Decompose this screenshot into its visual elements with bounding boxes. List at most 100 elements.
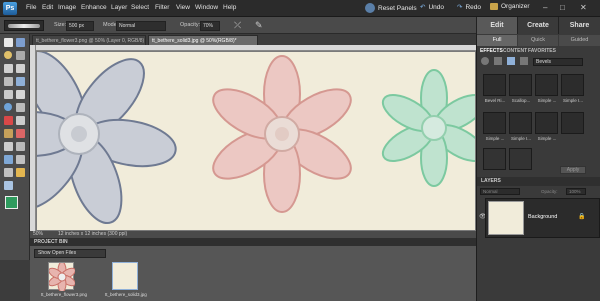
mode-select[interactable]: Normal — [116, 21, 166, 31]
bin-thumb-solid-label: tt_bethere_solid3.jpg — [105, 292, 147, 297]
layer-opacity-label: Opacity: — [541, 189, 558, 194]
subtab-full[interactable]: Full — [477, 35, 517, 46]
horizontal-ruler — [30, 45, 476, 51]
foreground-color-swatch[interactable] — [5, 196, 18, 209]
undo-button[interactable]: ↶ Undo — [420, 3, 444, 12]
menu-view[interactable]: View — [176, 4, 190, 11]
lock-icon: 🔒 — [578, 214, 586, 220]
undo-icon: ↶ — [420, 4, 426, 11]
effect-simple-1[interactable] — [535, 74, 558, 96]
reset-panels-icon — [365, 3, 375, 13]
menu-select[interactable]: Select — [131, 4, 149, 11]
bin-thumb-flower[interactable] — [48, 261, 76, 293]
undo-label: Undo — [428, 3, 444, 11]
toolbox — [0, 34, 30, 260]
opacity-input[interactable]: 70% — [200, 21, 220, 31]
effect-label-4: Simple I... — [562, 98, 583, 103]
tablet-options-icon[interactable]: ✎ — [255, 20, 263, 31]
effect-bevel-1[interactable] — [483, 74, 506, 96]
organizer-icon — [490, 3, 498, 10]
subtab-guided[interactable]: Guided — [559, 35, 600, 46]
document-info: 12 inches x 12 inches (300 ppi) — [58, 231, 128, 237]
project-bin-header: PROJECT BIN — [30, 238, 476, 246]
effect-simple-5[interactable] — [535, 112, 558, 134]
size-label: Size: — [54, 22, 67, 28]
minimize-icon[interactable]: – — [543, 3, 547, 12]
menu-enhance[interactable]: Enhance — [81, 4, 107, 11]
close-icon[interactable]: ✕ — [580, 3, 587, 12]
effect-extra-1[interactable] — [483, 148, 506, 170]
document-tab-flower[interactable]: tt_bethere_flower3.png @ 50% (Layer 0, R… — [32, 35, 146, 45]
tab-content[interactable]: CONTENT — [503, 48, 527, 54]
tab-create[interactable]: Create — [517, 17, 558, 34]
grey-flower — [37, 52, 177, 224]
effect-label-6: Simple I... — [510, 136, 531, 141]
effect-label-7: Simple ... — [537, 136, 557, 141]
redo-icon: ↷ — [457, 4, 463, 11]
textures-icon[interactable] — [520, 57, 528, 65]
filters-icon[interactable] — [494, 57, 502, 65]
effects-category-select[interactable]: Bevels — [533, 58, 583, 66]
app-logo: Ps — [3, 2, 17, 15]
document-canvas[interactable] — [37, 52, 475, 230]
project-bin: Show Open Files tt_bethere_flower3.png t… — [30, 246, 476, 301]
effect-simple-3[interactable] — [483, 112, 506, 134]
apply-button[interactable]: Apply — [560, 166, 586, 174]
organizer-label: Organizer — [501, 3, 530, 10]
status-bar: 50% 12 inches x 12 inches (300 ppi) — [30, 231, 476, 238]
reset-panels-label: Reset Panels — [378, 4, 417, 12]
tab-favorites[interactable]: FAVORITES — [528, 48, 556, 54]
effect-label-3: Simple ... — [537, 98, 557, 103]
menu-filter[interactable]: Filter — [155, 4, 169, 11]
reset-panels-button[interactable]: Reset Panels — [365, 3, 417, 13]
project-bin-title: PROJECT BIN — [34, 239, 68, 245]
layer-opacity-input[interactable]: 100% — [566, 188, 586, 195]
photo-effects-icon[interactable] — [507, 57, 515, 65]
menu-image[interactable]: Image — [58, 4, 76, 11]
bin-thumb-solid[interactable] — [112, 262, 138, 290]
zoom-level[interactable]: 50% — [33, 231, 43, 238]
menu-window[interactable]: Window — [195, 4, 218, 11]
effect-label-5: Simple ... — [485, 136, 505, 141]
effect-extra-2[interactable] — [509, 148, 532, 170]
effect-simple-2[interactable] — [561, 74, 584, 96]
organizer-button[interactable]: Organizer — [490, 3, 530, 10]
project-bin-filter[interactable]: Show Open Files — [34, 249, 106, 258]
opacity-label: Opacity: — [180, 22, 201, 28]
mint-flower — [381, 69, 475, 187]
vertical-ruler — [30, 45, 36, 231]
options-bar: Size: 500 px Mode: Normal Opacity: 70% ⤫… — [0, 17, 476, 34]
tab-edit[interactable]: Edit — [476, 17, 517, 34]
effect-label-2: Scallop... — [511, 98, 531, 103]
pink-flower — [212, 55, 352, 213]
effect-simple-6[interactable] — [561, 112, 584, 134]
layers-title: LAYERS — [481, 178, 501, 184]
redo-button[interactable]: ↷ Redo — [457, 3, 481, 12]
maximize-icon[interactable]: □ — [560, 3, 565, 12]
layer-thumbnail — [488, 201, 524, 235]
airbrush-icon[interactable]: ⤫ — [234, 20, 241, 31]
menu-help[interactable]: Help — [223, 4, 236, 11]
tool-icons — [4, 38, 25, 190]
menu-bar: Ps File Edit Image Enhance Layer Select … — [0, 0, 600, 17]
tab-effects[interactable]: EFFECTS — [480, 48, 503, 54]
brush-preset-picker[interactable] — [4, 20, 44, 31]
blend-mode-select[interactable]: Normal — [480, 188, 520, 195]
menu-edit[interactable]: Edit — [42, 4, 53, 11]
menu-layer[interactable]: Layer — [111, 4, 127, 11]
redo-label: Redo — [465, 3, 481, 11]
document-tab-solid[interactable]: tt_bethere_solid3.jpg @ 50%(RGB/8)* — [148, 35, 258, 45]
layer-styles-icon[interactable] — [481, 57, 489, 65]
effect-scallop[interactable] — [509, 74, 532, 96]
effect-simple-4[interactable] — [509, 112, 532, 134]
brush-stroke-icon — [8, 24, 40, 28]
subtab-quick[interactable]: Quick — [518, 35, 558, 46]
flower-thumbnail-icon — [48, 261, 76, 293]
layers-header: LAYERS — [477, 177, 600, 186]
layer-name[interactable]: Background — [528, 214, 557, 220]
size-input[interactable]: 500 px — [66, 21, 94, 31]
effect-label-1: Bevel Ri... — [484, 98, 506, 103]
menu-file[interactable]: File — [26, 4, 36, 11]
tab-share[interactable]: Share — [558, 17, 600, 34]
bin-thumb-flower-label: tt_bethere_flower3.png — [41, 292, 88, 297]
